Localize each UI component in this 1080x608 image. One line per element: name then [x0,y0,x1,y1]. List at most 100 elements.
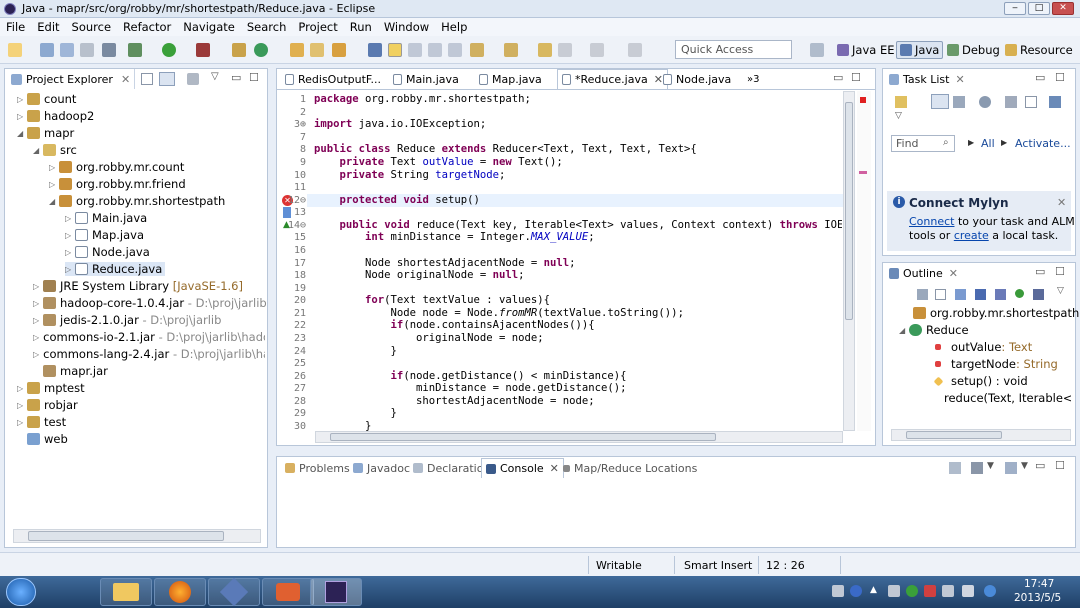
scrollbar-thumb[interactable] [845,102,853,320]
tree-item-node-java[interactable]: ▷ Node.java [65,245,150,259]
tree-item-count[interactable]: ▷ count [17,92,76,106]
chevron-down-icon[interactable]: ▽ [211,71,219,82]
expand-icon[interactable]: ▷ [65,231,75,240]
tab-problems[interactable]: Problems [281,458,354,478]
forward-back-icon[interactable] [558,43,572,57]
code-area[interactable]: package org.robby.mr.shortestpath; impor… [314,69,842,431]
hide-local-types-icon[interactable] [1033,289,1044,300]
tree-item-hadoop-core[interactable]: ▷ hadoop-core-1.0.4.jar - D:\proj\jarlib [33,296,267,310]
tree-item-jedis[interactable]: ▷ jedis-2.1.0.jar - D:\proj\jarlib [33,313,221,327]
menu-help[interactable]: Help [435,20,473,34]
scrollbar-thumb[interactable] [330,433,716,441]
menu-run[interactable]: Run [344,20,378,34]
tray-network-icon[interactable] [888,585,900,597]
new-class-icon[interactable] [254,43,268,57]
tree-item-package-friend[interactable]: ▷ org.robby.mr.friend [49,177,186,191]
code-line[interactable]: public class Reduce extends Reducer<Text… [314,143,697,156]
activate-link[interactable]: Activate... [1015,137,1071,150]
expand-icon[interactable]: ▷ [65,265,75,274]
quick-access-input[interactable]: Quick Access [675,40,792,59]
minimize-view-icon[interactable]: ▭ [1035,265,1045,278]
editor-vertical-scrollbar[interactable] [843,91,855,431]
menu-window[interactable]: Window [378,20,435,34]
code-line[interactable]: import java.io.IOException; [314,118,486,131]
tree-item-mapr-jar[interactable]: mapr.jar [43,364,108,378]
tree-item-mptest[interactable]: ▷ mptest [17,381,85,395]
scheduled-icon[interactable] [953,96,965,108]
code-line[interactable]: private Text outValue = new Text(); [314,156,563,169]
tray-device-icon[interactable] [942,585,954,597]
menu-source[interactable]: Source [66,20,118,34]
hide-completed-icon[interactable] [1005,96,1017,108]
pin-editor-icon[interactable] [628,43,642,57]
taskbar-app-orange[interactable] [262,578,314,606]
code-line[interactable]: } [314,345,397,358]
code-line[interactable]: private String targetNode; [314,169,506,182]
paragraph-icon[interactable] [448,43,462,57]
expand-icon[interactable]: ▷ [17,95,27,104]
close-button[interactable]: ✕ [1052,2,1074,15]
tab-mapreduce-locations[interactable]: Map/Reduce Locations [559,458,701,478]
start-button[interactable] [6,578,36,606]
tab-project-explorer[interactable]: Project Explorer ✕ [7,69,136,89]
collapse-all-icon[interactable] [141,73,153,85]
tab-console[interactable]: Console ✕ [481,458,564,478]
menu-edit[interactable]: Edit [31,20,65,34]
clock-date[interactable]: 2013/5/5 [1014,592,1061,604]
create-link[interactable]: create [954,229,989,242]
hide-fields-icon[interactable] [975,289,986,300]
menu-file[interactable]: File [0,20,31,34]
chevron-down-icon[interactable]: ▼ [987,461,994,471]
expand-icon[interactable]: ▷ [17,401,27,410]
menu-search[interactable]: Search [241,20,293,34]
show-whitespace-icon[interactable] [408,43,422,57]
collapse-all-icon[interactable] [935,289,946,300]
outline-item-setup[interactable]: setup() : void [933,374,1028,388]
chevron-down-icon[interactable]: ▽ [895,111,902,121]
perspective-debug[interactable]: Debug [944,41,1003,59]
chevron-down-icon[interactable]: ▼ [1021,461,1028,471]
code-line[interactable]: protected void setup() [314,194,480,207]
new-java-project-icon[interactable] [232,43,246,57]
tray-keyboard-icon[interactable] [832,585,844,597]
tray-update-icon[interactable] [906,585,918,597]
collapse-icon[interactable]: ◢ [17,129,27,138]
menu-refactor[interactable]: Refactor [117,20,177,34]
tree-item-robjar[interactable]: ▷ robjar [17,398,78,412]
explorer-horizontal-scrollbar[interactable] [13,529,261,543]
open-task-icon[interactable] [310,43,324,57]
tree-item-map-java[interactable]: ▷ Map.java [65,228,144,242]
external-tools-icon[interactable] [196,43,210,57]
code-line[interactable]: int minDistance = Integer.MAX_VALUE; [314,231,595,244]
back-icon[interactable] [538,43,552,57]
expand-icon[interactable]: ▷ [49,180,59,189]
minimize-view-icon[interactable]: ▭ [231,71,241,84]
tree-item-web[interactable]: web [27,432,68,446]
hide-nonpublic-icon[interactable] [1015,289,1024,298]
run-icon[interactable] [162,43,176,57]
editor-horizontal-scrollbar[interactable] [315,431,843,443]
taskbar-eclipse[interactable] [310,578,362,606]
chevron-down-icon[interactable]: ▽ [1057,286,1064,296]
expand-icon[interactable]: ▷ [17,384,27,393]
tree-item-reduce-java[interactable]: ▷ Reduce.java [65,262,166,276]
tab-task-list[interactable]: Task List ✕ [885,69,969,89]
close-icon[interactable]: ✕ [955,73,964,86]
expand-icon[interactable]: ▷ [33,350,39,359]
debug-icon[interactable] [128,43,142,57]
save-all-icon[interactable] [60,43,74,57]
tab-outline[interactable]: Outline ✕ [885,263,962,283]
open-console-icon[interactable] [949,462,961,474]
close-icon[interactable]: ✕ [949,267,958,280]
outline-item-class[interactable]: ◢ Reduce [899,323,969,337]
minimize-view-icon[interactable]: ▭ [1035,459,1045,472]
maximize-view-icon[interactable]: ☐ [249,71,259,84]
tree-item-test[interactable]: ▷ test [17,415,66,429]
perspective-resource[interactable]: Resource [1002,41,1076,59]
toggle-highlight-icon[interactable] [388,43,402,57]
menu-navigate[interactable]: Navigate [177,20,241,34]
expand-icon[interactable]: ▷ [33,333,39,342]
code-line[interactable]: } [314,420,371,431]
taskbar-virtualbox[interactable] [208,577,260,607]
tray-ime-icon[interactable] [984,585,996,597]
